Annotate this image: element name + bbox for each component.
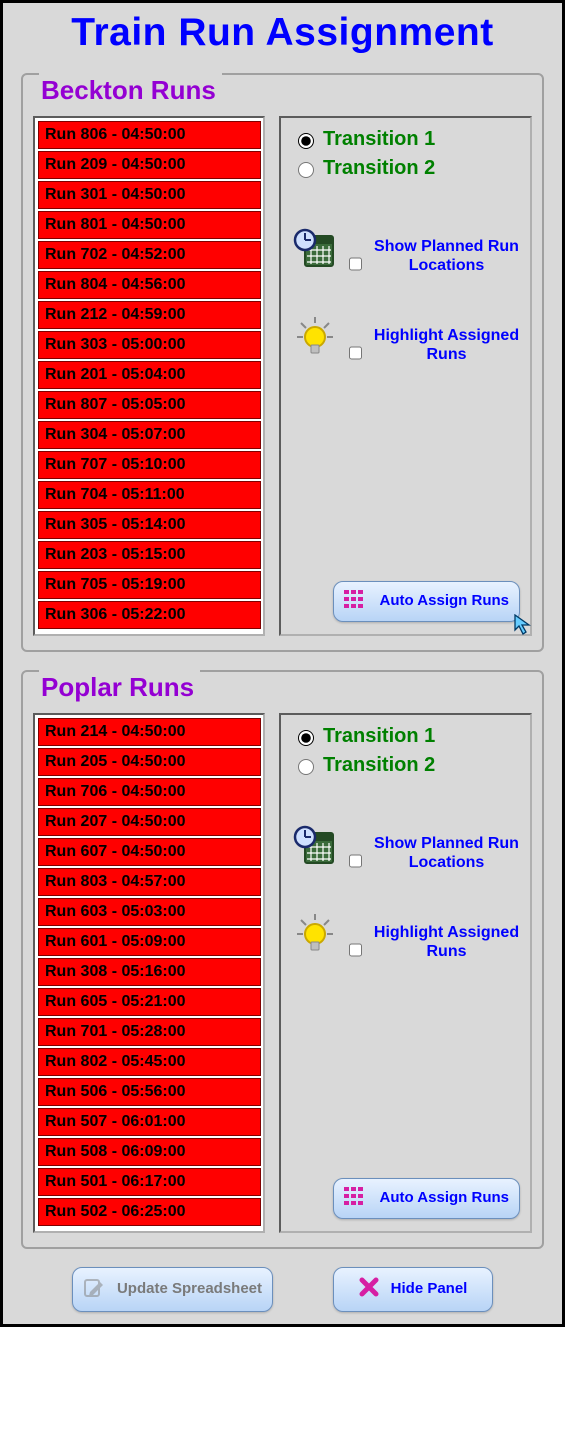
run-item[interactable]: Run 807 - 05:05:00 (38, 391, 261, 419)
update-spreadsheet-button[interactable]: Update Spreadsheet (72, 1267, 273, 1312)
run-item[interactable]: Run 607 - 04:50:00 (38, 838, 261, 866)
beckton-transition-2-label: Transition 2 (323, 157, 435, 180)
run-item[interactable]: Run 804 - 04:56:00 (38, 271, 261, 299)
run-item[interactable]: Run 306 - 05:22:00 (38, 601, 261, 629)
poplar-show-planned-checkbox[interactable] (349, 853, 362, 869)
beckton-transition-2-radio[interactable] (298, 162, 314, 178)
poplar-list-container: Run 214 - 04:50:00Run 205 - 04:50:00Run … (33, 713, 265, 1233)
run-item[interactable]: Run 212 - 04:59:00 (38, 301, 261, 329)
run-item[interactable]: Run 303 - 05:00:00 (38, 331, 261, 359)
page-title: Train Run Assignment (3, 3, 562, 73)
update-spreadsheet-label: Update Spreadsheet (117, 1281, 262, 1298)
run-item[interactable]: Run 802 - 05:45:00 (38, 1048, 261, 1076)
grid-icon (344, 590, 368, 613)
poplar-transition-2-label: Transition 2 (323, 754, 435, 777)
run-item[interactable]: Run 702 - 04:52:00 (38, 241, 261, 269)
poplar-show-planned-label: Show Planned Run Locations (373, 835, 520, 872)
edit-icon (83, 1276, 105, 1303)
run-item[interactable]: Run 207 - 04:50:00 (38, 808, 261, 836)
beckton-auto-assign-label: Auto Assign Runs (380, 593, 509, 610)
run-item[interactable]: Run 502 - 06:25:00 (38, 1198, 261, 1226)
run-item[interactable]: Run 806 - 04:50:00 (38, 121, 261, 149)
poplar-auto-assign-label: Auto Assign Runs (380, 1190, 509, 1207)
beckton-auto-assign-button[interactable]: Auto Assign Runs (333, 581, 520, 622)
run-item[interactable]: Run 605 - 05:21:00 (38, 988, 261, 1016)
poplar-transition-1-label: Transition 1 (323, 725, 435, 748)
beckton-group-title: Beckton Runs (39, 73, 222, 114)
run-item[interactable]: Run 705 - 05:19:00 (38, 571, 261, 599)
beckton-show-planned-label: Show Planned Run Locations (373, 238, 520, 275)
beckton-group: Beckton Runs Run 806 - 04:50:00Run 209 -… (21, 73, 544, 652)
close-icon (359, 1277, 379, 1302)
poplar-group-title: Poplar Runs (39, 670, 200, 711)
poplar-run-list[interactable]: Run 214 - 04:50:00Run 205 - 04:50:00Run … (38, 718, 263, 1228)
hide-panel-label: Hide Panel (391, 1281, 468, 1298)
run-item[interactable]: Run 203 - 05:15:00 (38, 541, 261, 569)
run-item[interactable]: Run 214 - 04:50:00 (38, 718, 261, 746)
run-item[interactable]: Run 704 - 05:11:00 (38, 481, 261, 509)
poplar-auto-assign-button[interactable]: Auto Assign Runs (333, 1178, 520, 1219)
run-item[interactable]: Run 507 - 06:01:00 (38, 1108, 261, 1136)
beckton-transition-1-label: Transition 1 (323, 128, 435, 151)
poplar-highlight-label: Highlight Assigned Runs (373, 924, 520, 961)
run-item[interactable]: Run 209 - 04:50:00 (38, 151, 261, 179)
beckton-side-panel: Transition 1 Transition 2 (279, 116, 532, 636)
run-item[interactable]: Run 506 - 05:56:00 (38, 1078, 261, 1106)
lightbulb-icon (293, 912, 337, 961)
run-item[interactable]: Run 304 - 05:07:00 (38, 421, 261, 449)
beckton-list-container: Run 806 - 04:50:00Run 209 - 04:50:00Run … (33, 116, 265, 636)
poplar-highlight-checkbox[interactable] (349, 942, 362, 958)
beckton-highlight-label: Highlight Assigned Runs (373, 327, 520, 364)
run-item[interactable]: Run 205 - 04:50:00 (38, 748, 261, 776)
run-item[interactable]: Run 707 - 05:10:00 (38, 451, 261, 479)
lightbulb-icon (293, 315, 337, 364)
beckton-transition-1-radio[interactable] (298, 133, 314, 149)
grid-icon (344, 1187, 368, 1210)
run-item[interactable]: Run 201 - 05:04:00 (38, 361, 261, 389)
run-item[interactable]: Run 305 - 05:14:00 (38, 511, 261, 539)
train-run-assignment-panel: Train Run Assignment Beckton Runs Run 80… (0, 0, 565, 1327)
calendar-clock-icon (293, 226, 337, 275)
run-item[interactable]: Run 801 - 04:50:00 (38, 211, 261, 239)
poplar-transition-1-radio[interactable] (298, 730, 314, 746)
run-item[interactable]: Run 308 - 05:16:00 (38, 958, 261, 986)
run-item[interactable]: Run 803 - 04:57:00 (38, 868, 261, 896)
beckton-highlight-checkbox[interactable] (349, 345, 362, 361)
beckton-show-planned-checkbox[interactable] (349, 256, 362, 272)
beckton-run-list[interactable]: Run 806 - 04:50:00Run 209 - 04:50:00Run … (38, 121, 263, 631)
poplar-side-panel: Transition 1 Transition 2 (279, 713, 532, 1233)
run-item[interactable]: Run 601 - 05:09:00 (38, 928, 261, 956)
poplar-group: Poplar Runs Run 214 - 04:50:00Run 205 - … (21, 670, 544, 1249)
run-item[interactable]: Run 301 - 04:50:00 (38, 181, 261, 209)
run-item[interactable]: Run 603 - 05:03:00 (38, 898, 261, 926)
run-item[interactable]: Run 701 - 05:28:00 (38, 1018, 261, 1046)
poplar-transition-2-radio[interactable] (298, 759, 314, 775)
run-item[interactable]: Run 501 - 06:17:00 (38, 1168, 261, 1196)
run-item[interactable]: Run 508 - 06:09:00 (38, 1138, 261, 1166)
calendar-clock-icon (293, 823, 337, 872)
run-item[interactable]: Run 706 - 04:50:00 (38, 778, 261, 806)
hide-panel-button[interactable]: Hide Panel (333, 1267, 493, 1312)
footer: Update Spreadsheet Hide Panel (3, 1267, 562, 1312)
